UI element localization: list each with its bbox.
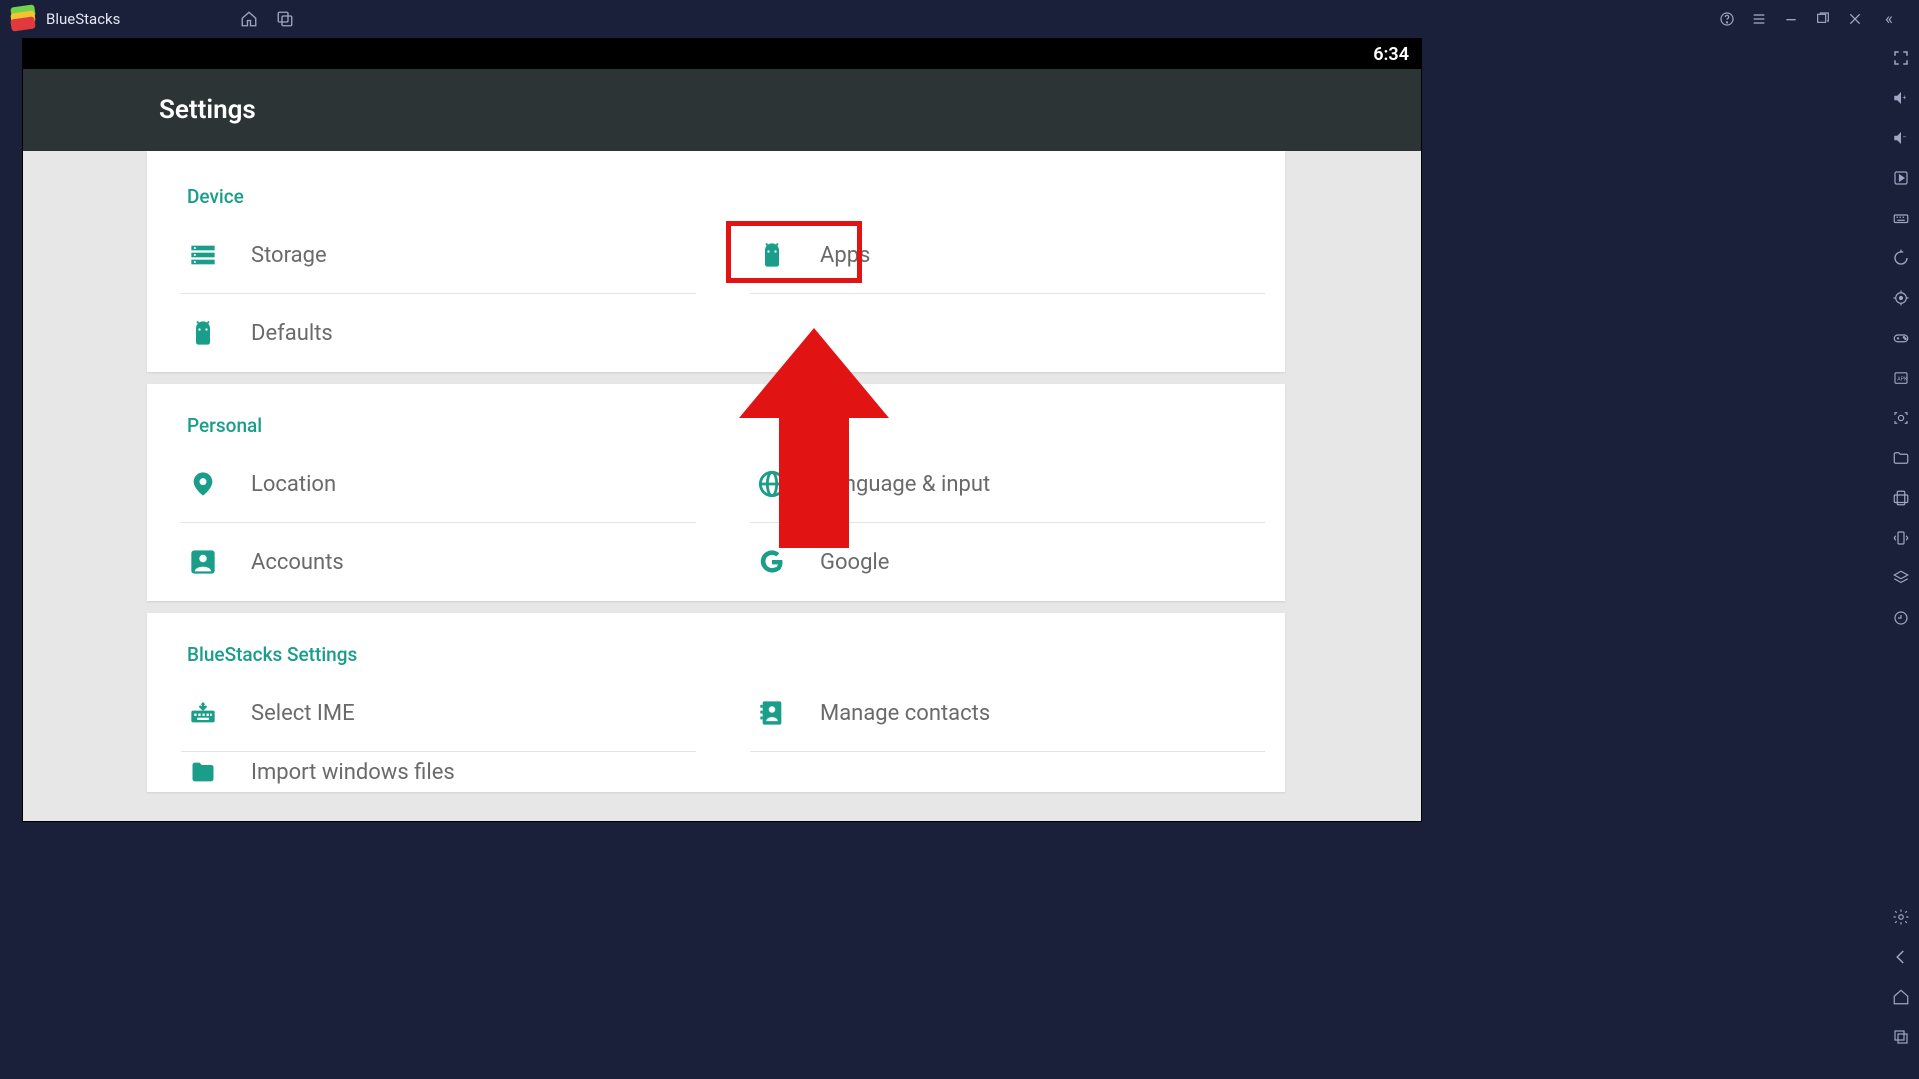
page-title: Settings	[159, 95, 256, 125]
contacts-icon	[758, 699, 820, 727]
settings-item-label: Google	[820, 550, 889, 575]
svg-text:−: −	[1903, 133, 1907, 142]
defaults-icon	[189, 319, 251, 347]
settings-item-label: Location	[251, 472, 336, 497]
shake-icon[interactable]	[1891, 528, 1911, 548]
app-title: BlueStacks	[46, 10, 120, 28]
settings-gear-icon[interactable]	[1891, 907, 1911, 927]
back-icon[interactable]	[1891, 947, 1911, 967]
folder-icon	[189, 758, 251, 786]
maximize-icon[interactable]	[1815, 11, 1831, 27]
clock: 6:34	[1373, 44, 1409, 65]
volume-down-icon[interactable]: −	[1891, 128, 1911, 148]
google-icon	[758, 548, 820, 576]
clock-icon[interactable]	[1891, 608, 1911, 628]
home-icon[interactable]	[240, 10, 258, 28]
titlebar-left-icons	[240, 10, 294, 28]
screenshot-icon[interactable]	[1891, 408, 1911, 428]
android-status-bar: 6:34	[23, 39, 1421, 69]
sync-icon[interactable]	[1891, 248, 1911, 268]
section-device: Device Storage Apps	[147, 151, 1285, 372]
settings-header: Settings	[23, 69, 1421, 151]
layers-icon[interactable]	[1891, 568, 1911, 588]
settings-item-ime[interactable]: Select IME	[147, 674, 716, 752]
keyboard-controls-icon[interactable]	[1891, 208, 1911, 228]
settings-item-label: Import windows files	[251, 760, 455, 785]
settings-item-storage[interactable]: Storage	[147, 216, 716, 294]
settings-item-label: Accounts	[251, 550, 344, 575]
settings-item-label: Apps	[820, 243, 870, 268]
settings-body: Device Storage Apps	[23, 151, 1421, 821]
help-icon[interactable]	[1719, 11, 1735, 27]
android-home-icon[interactable]	[1891, 987, 1911, 1007]
titlebar: BlueStacks «	[0, 0, 1919, 38]
emulator-viewport: 6:34 Settings Device Storage	[22, 38, 1422, 822]
settings-item-label: Select IME	[251, 701, 355, 726]
storage-icon	[189, 241, 251, 269]
play-store-icon[interactable]	[1891, 168, 1911, 188]
settings-item-label: Storage	[251, 243, 327, 268]
menu-icon[interactable]	[1751, 11, 1767, 27]
fullscreen-icon[interactable]	[1891, 48, 1911, 68]
location-icon	[189, 470, 251, 498]
recents-icon[interactable]	[1891, 1027, 1911, 1047]
settings-item-label: Language & input	[820, 472, 990, 497]
apps-icon	[758, 241, 820, 269]
section-bluestacks: BlueStacks Settings Select IME	[147, 613, 1285, 792]
bluestacks-logo-icon	[10, 6, 36, 32]
keyboard-icon	[189, 699, 251, 727]
location-set-icon[interactable]	[1891, 288, 1911, 308]
gamepad-icon[interactable]	[1891, 328, 1911, 348]
media-folder-icon[interactable]	[1891, 448, 1911, 468]
section-title-device: Device	[147, 185, 1285, 216]
right-toolbar: + − APK	[1883, 38, 1919, 1079]
settings-item-google[interactable]: Google	[716, 523, 1285, 601]
section-title-personal: Personal	[147, 414, 1285, 445]
svg-text:+: +	[1903, 94, 1907, 102]
settings-item-language[interactable]: Language & input	[716, 445, 1285, 523]
section-personal: Personal Location Language &	[147, 384, 1285, 601]
settings-item-accounts[interactable]: Accounts	[147, 523, 716, 601]
settings-item-contacts[interactable]: Manage contacts	[716, 674, 1285, 752]
volume-up-icon[interactable]: +	[1891, 88, 1911, 108]
settings-item-label: Manage contacts	[820, 701, 990, 726]
empty-cell	[716, 294, 1285, 372]
titlebar-right-icons: «	[1719, 9, 1905, 29]
settings-item-label: Defaults	[251, 321, 333, 346]
settings-item-defaults[interactable]: Defaults	[147, 294, 716, 372]
svg-text:APK: APK	[1897, 376, 1908, 382]
section-title-bluestacks: BlueStacks Settings	[147, 643, 1285, 674]
rotate-icon[interactable]	[1891, 488, 1911, 508]
globe-icon	[758, 470, 820, 498]
collapse-sidebar-icon[interactable]: «	[1885, 9, 1905, 29]
minimize-icon[interactable]	[1783, 11, 1799, 27]
settings-item-import[interactable]: Import windows files	[147, 752, 716, 792]
settings-item-location[interactable]: Location	[147, 445, 716, 523]
apk-install-icon[interactable]: APK	[1891, 368, 1911, 388]
accounts-icon	[189, 548, 251, 576]
multi-instance-icon[interactable]	[276, 10, 294, 28]
settings-item-apps[interactable]: Apps	[716, 216, 1285, 294]
close-icon[interactable]	[1847, 11, 1863, 27]
